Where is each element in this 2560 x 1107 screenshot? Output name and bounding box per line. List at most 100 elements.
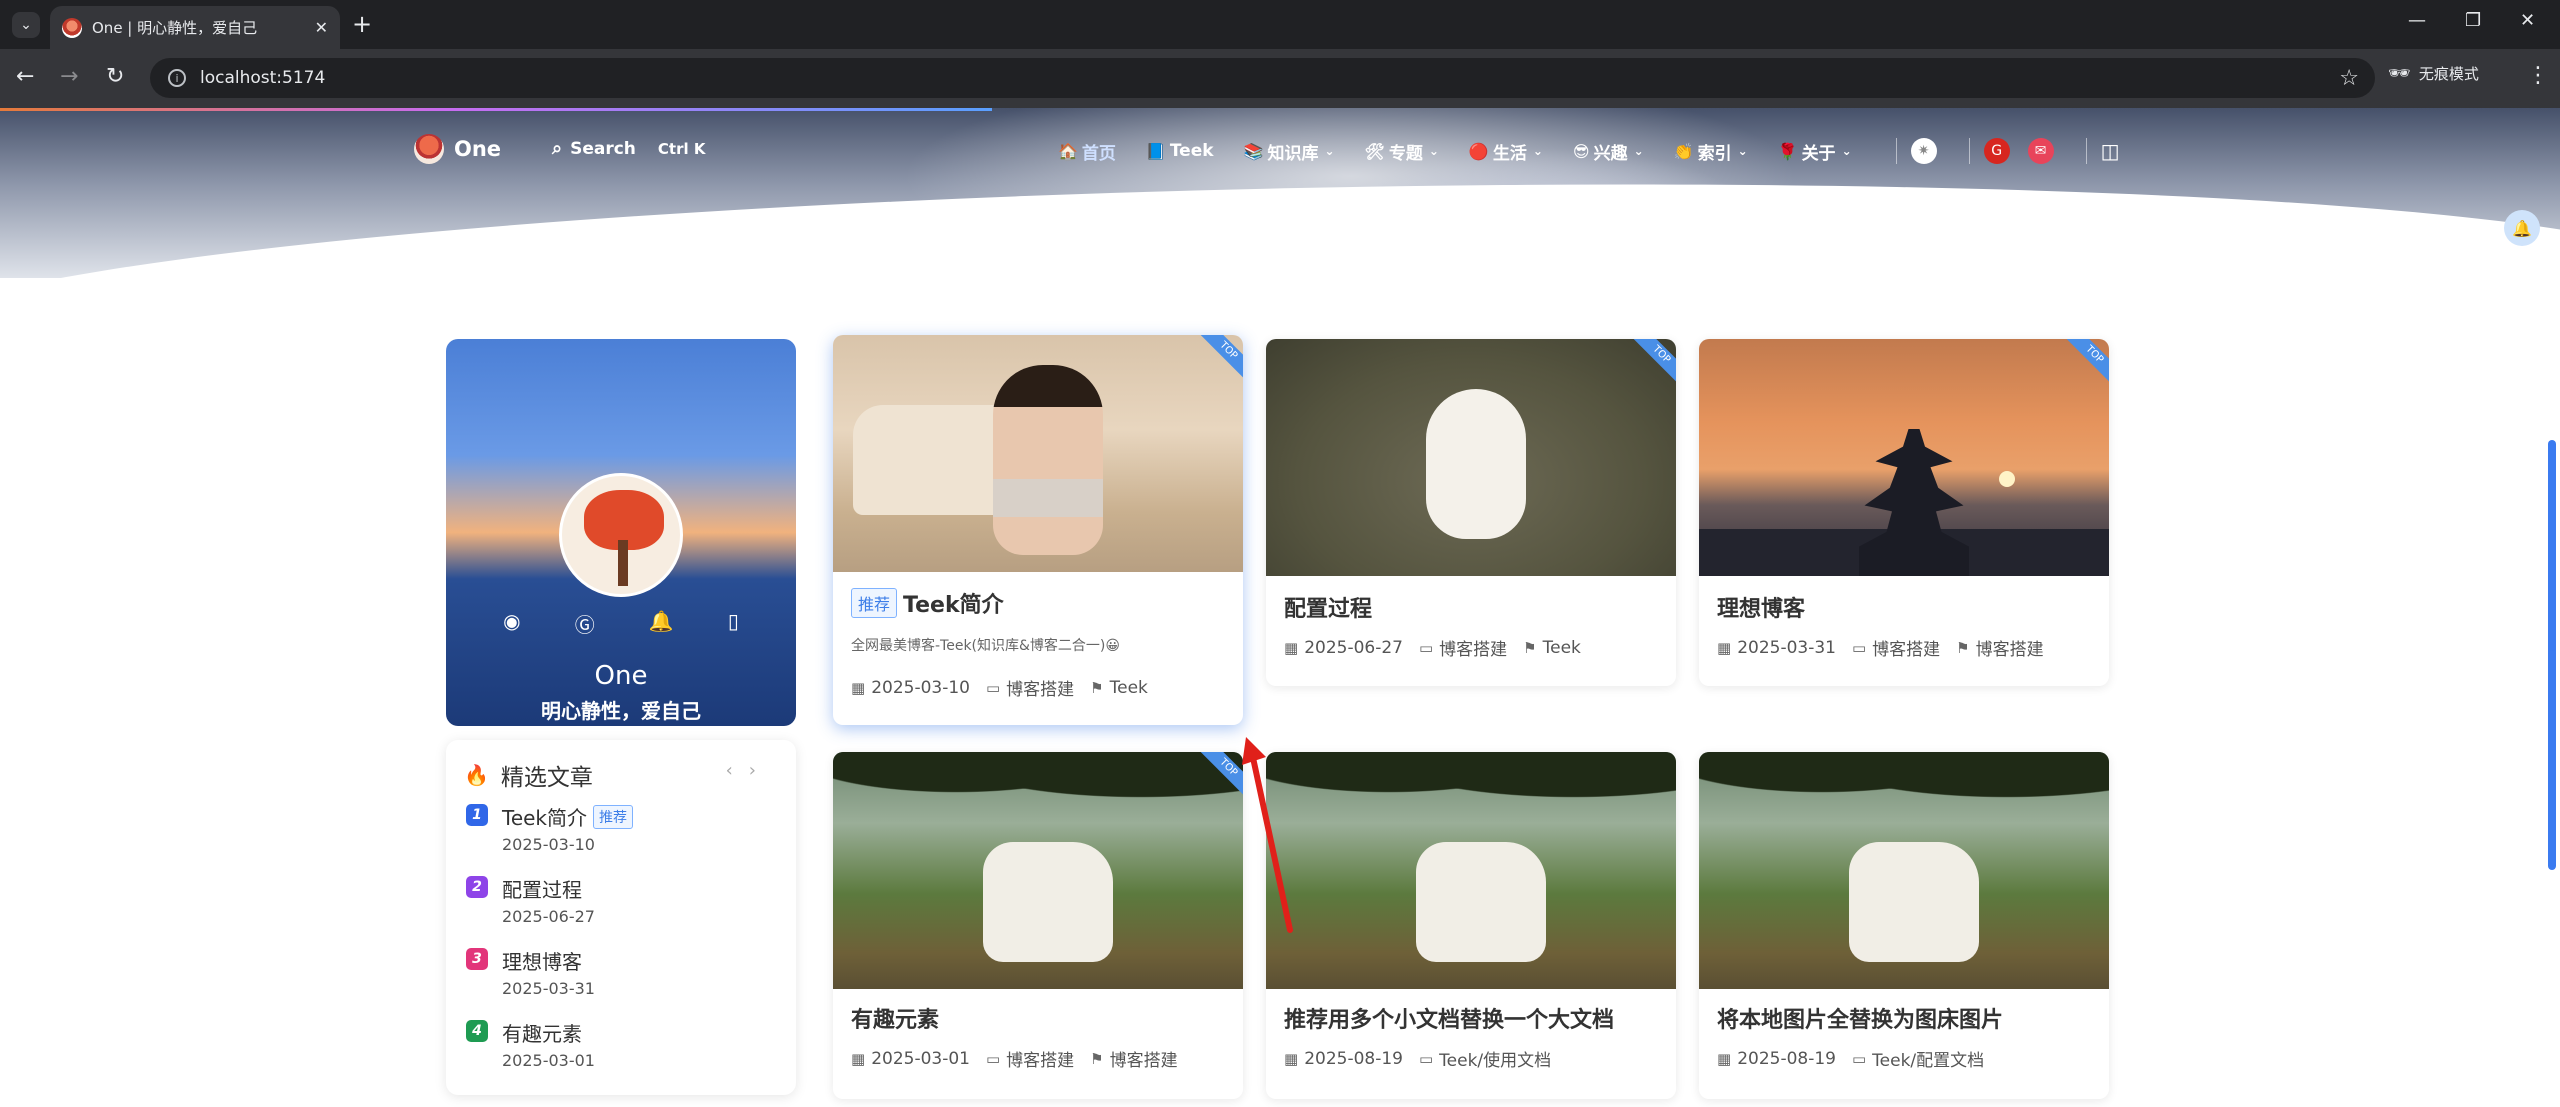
post-title[interactable]: 推荐 Teek简介 xyxy=(851,587,1004,619)
post-title[interactable]: 理想博客 xyxy=(1717,591,1805,623)
nav-item-icon: 🔴 xyxy=(1468,141,1489,161)
folder-icon: ▭ xyxy=(1851,1049,1867,1068)
meta-category[interactable]: ▭ Teek/配置文档 xyxy=(1851,1046,1985,1072)
nav-item[interactable]: 📚 知识库 ⌄ xyxy=(1244,139,1335,164)
post-cover-image[interactable]: TOP xyxy=(833,752,1243,989)
reload-icon[interactable]: ↻ xyxy=(106,63,124,91)
recommend-tag: 推荐 xyxy=(851,588,898,618)
post-card[interactable]: TOP 理想博客 ▦ 2025-03-31 ▭ 博客搭建 ⚑ 博客搭建 xyxy=(1699,339,2109,686)
post-card[interactable]: TOP 配置过程 ▦ 2025-06-27 ▭ 博客搭建 ⚑ Teek xyxy=(1266,339,1676,686)
nav-item-icon: 📘 xyxy=(1145,141,1166,161)
meta-category[interactable]: ▭ Teek/使用文档 xyxy=(1418,1046,1552,1072)
post-card[interactable]: 推荐用多个小文档替换一个大文档 ▦ 2025-08-19 ▭ Teek/使用文档 xyxy=(1266,752,1676,1099)
post-title[interactable]: 配置过程 xyxy=(1284,591,1372,623)
tab-close-icon[interactable]: ✕ xyxy=(315,18,328,37)
post-card[interactable]: TOP 有趣元素 ▦ 2025-03-01 ▭ 博客搭建 ⚑ 博客搭建 xyxy=(833,752,1243,1099)
gitee-icon[interactable]: Ⓖ xyxy=(575,609,595,638)
post-cover-image[interactable]: TOP xyxy=(833,335,1243,572)
post-cover-image[interactable] xyxy=(1266,752,1676,989)
search-button[interactable]: ⌕ Search Ctrl K xyxy=(552,138,705,159)
address-url: localhost:5174 xyxy=(200,68,326,88)
featured-item[interactable]: 1 Teek简介 推荐 2025-03-10 xyxy=(466,802,776,862)
post-card[interactable]: TOP 推荐 Teek简介 全网最美博客-Teek(知识库&博客二合一)😀 ▦ 2… xyxy=(833,335,1243,725)
tab-title: One | 明心静性，爱自己 xyxy=(92,19,258,37)
meta-tag[interactable]: ⚑ 博客搭建 xyxy=(1956,635,2043,661)
qq-icon[interactable]: 🔔 xyxy=(649,609,674,638)
nav-item[interactable]: 🔴 生活 ⌄ xyxy=(1469,139,1543,164)
new-tab-plus-icon[interactable]: + xyxy=(352,12,372,36)
nav-item[interactable]: 😎 兴趣 ⌄ xyxy=(1573,139,1644,164)
post-meta: ▦ 2025-08-19 ▭ Teek/配置文档 xyxy=(1717,1046,2000,1072)
post-card[interactable]: 将本地图片全替换为图床图片 ▦ 2025-08-19 ▭ Teek/配置文档 xyxy=(1699,752,2109,1099)
folder-icon: ▭ xyxy=(1418,1049,1434,1068)
chevron-down-icon: ⌄ xyxy=(1532,144,1543,158)
prev-arrow-icon[interactable]: ‹ xyxy=(726,760,749,781)
post-title[interactable]: 有趣元素 xyxy=(851,1002,939,1034)
minimize-icon[interactable]: — xyxy=(2408,10,2426,31)
post-title[interactable]: 将本地图片全替换为图床图片 xyxy=(1717,1002,2003,1034)
featured-item[interactable]: 3 理想博客 2025-03-31 xyxy=(466,946,776,1006)
meta-category[interactable]: ▭ 博客搭建 xyxy=(1418,635,1507,661)
site-navbar: One ⌕ Search Ctrl K 🏠 首页 📘 Teek 📚 知识库 ⌄ 🛠 专题 ⌄ 🔴 生活… xyxy=(0,124,2560,176)
page-scrollbar-thumb-2[interactable] xyxy=(2548,650,2556,870)
social-links: ◉ Ⓖ 🔔 ▯ xyxy=(446,609,796,638)
notification-bell-icon[interactable]: 🔔 xyxy=(2504,210,2540,246)
next-arrow-icon[interactable]: › xyxy=(749,760,772,781)
github-icon[interactable]: ◉ xyxy=(503,609,520,638)
post-category: Teek/配置文档 xyxy=(1872,1051,1985,1071)
nav-item-icon: 📚 xyxy=(1243,141,1264,161)
meta-tag[interactable]: ⚑ 博客搭建 xyxy=(1090,1046,1177,1072)
back-arrow-icon[interactable]: ← xyxy=(16,63,34,91)
featured-item-title: Teek简介 xyxy=(502,806,588,830)
forward-arrow-icon[interactable]: → xyxy=(60,63,78,91)
post-title[interactable]: 推荐用多个小文档替换一个大文档 xyxy=(1284,1002,1614,1034)
nav-item[interactable]: 👏 索引 ⌄ xyxy=(1674,139,1748,164)
featured-item[interactable]: 4 有趣元素 2025-03-01 xyxy=(466,1018,776,1078)
profile-card: ◉ Ⓖ 🔔 ▯ One 明心静性，爱自己 xyxy=(446,339,796,726)
recommend-tag: 推荐 xyxy=(593,804,634,829)
site-logo[interactable]: One xyxy=(414,134,501,164)
featured-item-date: 2025-03-01 xyxy=(502,1051,595,1070)
logo-text: One xyxy=(454,137,502,161)
fire-icon: 🔥 xyxy=(464,763,489,787)
site-info-icon[interactable]: i xyxy=(168,69,186,87)
phone-icon[interactable]: ▯ xyxy=(728,609,739,638)
theme-toggle-icon[interactable]: ✷ xyxy=(1910,138,1937,164)
nav-item[interactable]: 🌹 关于 ⌄ xyxy=(1778,139,1852,164)
post-cover-image[interactable]: TOP xyxy=(1266,339,1676,576)
nav-item-label: 关于 xyxy=(1801,143,1836,164)
post-category: 博客搭建 xyxy=(1006,1051,1075,1071)
meta-tag[interactable]: ⚑ Teek xyxy=(1523,638,1581,658)
meta-category[interactable]: ▭ 博客搭建 xyxy=(986,1046,1075,1072)
restore-icon[interactable]: ❐ xyxy=(2465,10,2481,31)
meta-date: ▦ 2025-08-19 xyxy=(1284,1049,1403,1069)
meta-category[interactable]: ▭ 博客搭建 xyxy=(986,675,1074,701)
window-close-icon[interactable]: ✕ xyxy=(2520,10,2535,31)
calendar-icon: ▦ xyxy=(1717,638,1732,657)
meta-tag[interactable]: ⚑ Teek xyxy=(1090,678,1148,698)
gitee-nav-icon[interactable]: G xyxy=(1983,138,2010,164)
browser-menu-icon[interactable]: ⋮ xyxy=(2527,63,2549,88)
page-scrollbar-thumb[interactable] xyxy=(2548,440,2556,660)
nav-item[interactable]: 🏠 首页 xyxy=(1058,139,1116,164)
calendar-icon: ▦ xyxy=(1284,638,1299,657)
nav-item[interactable]: 📘 Teek xyxy=(1146,141,1214,161)
meta-category[interactable]: ▭ 博客搭建 xyxy=(1852,635,1940,661)
featured-item[interactable]: 2 配置过程 2025-06-27 xyxy=(466,874,776,934)
incognito-indicator[interactable]: 🕶 无痕模式 xyxy=(2388,63,2479,84)
nav-item[interactable]: 🛠 专题 ⌄ xyxy=(1365,139,1439,164)
bookmark-icon: ⚑ xyxy=(1523,638,1537,657)
sidebar-toggle-icon[interactable]: ◫ xyxy=(2101,139,2120,163)
address-bar[interactable]: i localhost:5174 ☆ xyxy=(150,58,2375,98)
post-category: Teek/使用文档 xyxy=(1439,1051,1552,1071)
mail-icon[interactable]: ✉ xyxy=(2027,138,2054,164)
post-cover-image[interactable]: TOP xyxy=(1699,339,2109,576)
bookmark-star-icon[interactable]: ☆ xyxy=(2339,66,2359,91)
tab-search-chevron-icon[interactable]: ⌄ xyxy=(12,12,40,38)
avatar[interactable] xyxy=(559,473,683,597)
nav-item-label: 知识库 xyxy=(1267,143,1319,164)
post-cover-image[interactable] xyxy=(1699,752,2109,989)
folder-icon: ▭ xyxy=(1418,638,1434,657)
featured-item-date: 2025-03-10 xyxy=(502,835,595,854)
browser-tab[interactable]: One | 明心静性，爱自己 ✕ xyxy=(50,6,340,49)
